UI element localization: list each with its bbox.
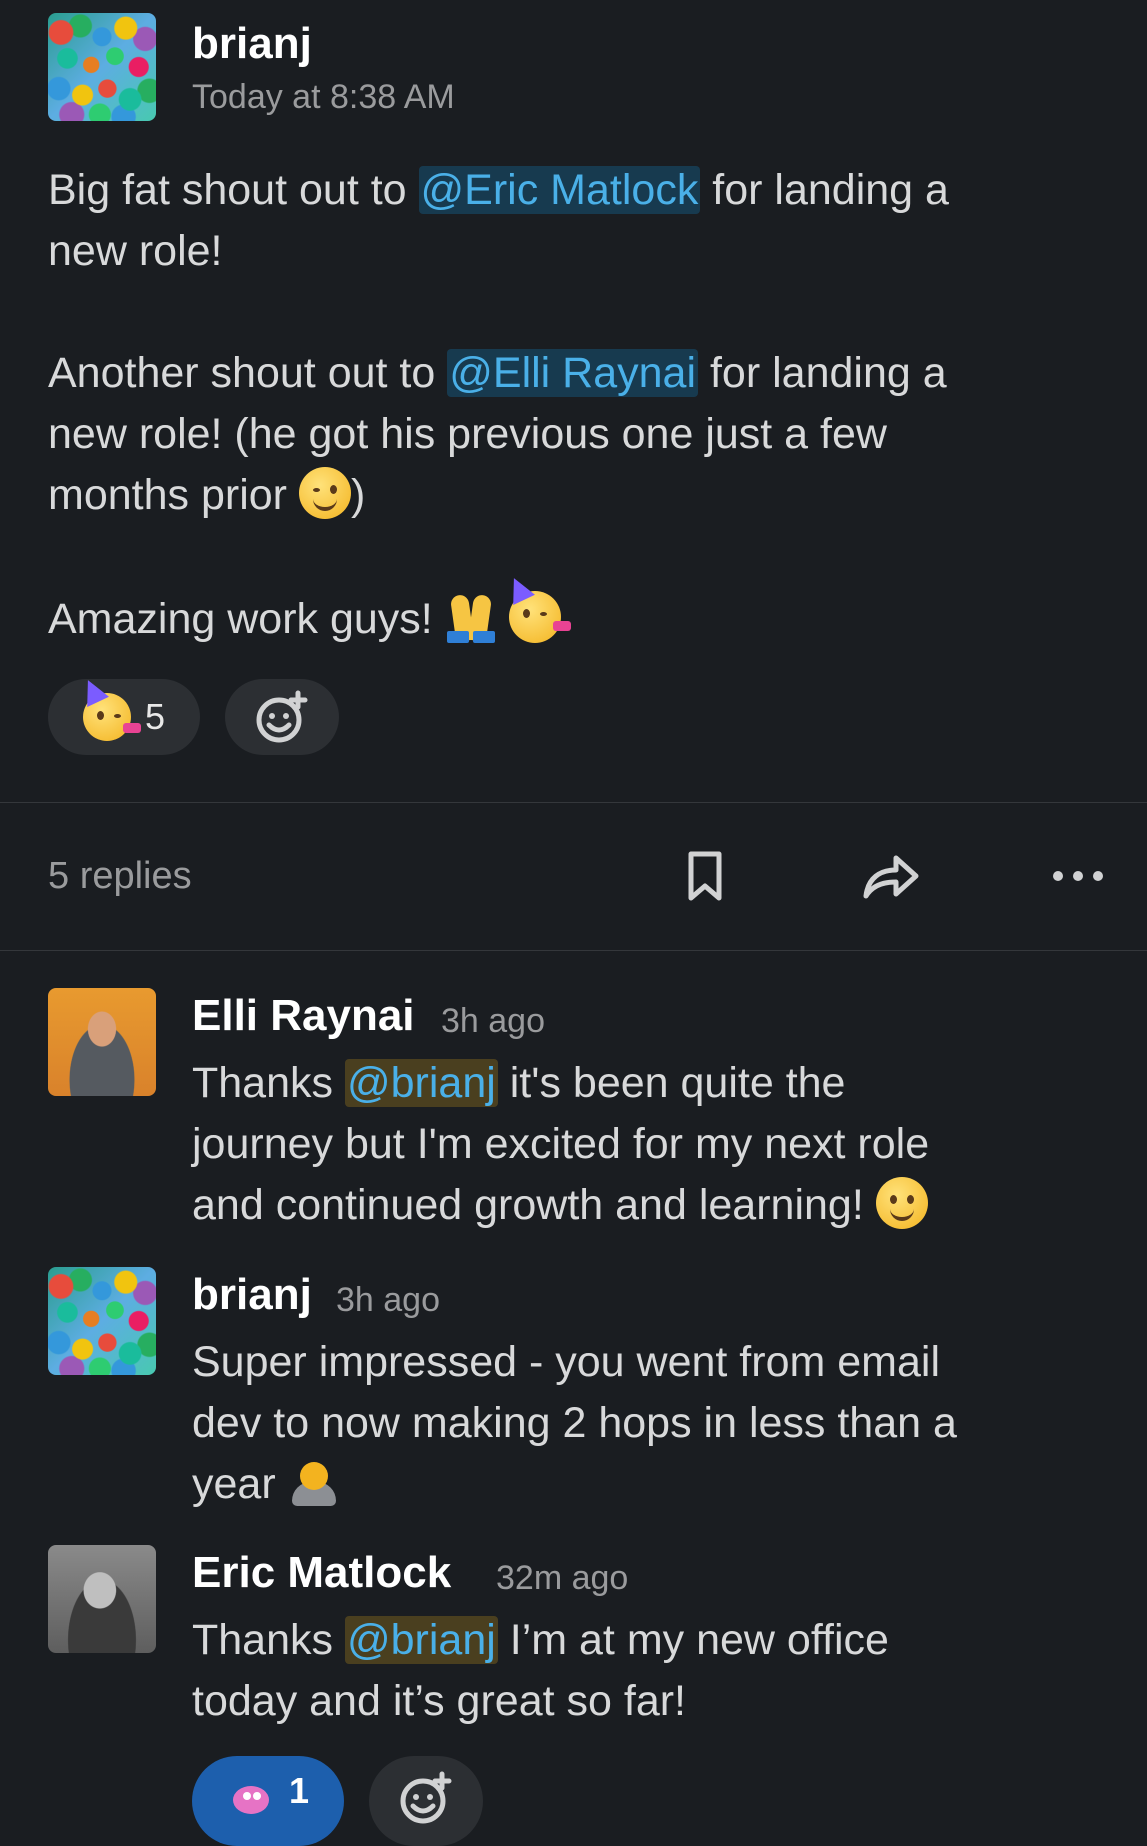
reply-author[interactable]: Elli Raynai bbox=[192, 994, 415, 1038]
pray-emoji bbox=[445, 591, 497, 643]
add-reaction-button[interactable] bbox=[369, 1756, 483, 1846]
post-line-6: Amazing work guys! bbox=[48, 573, 571, 650]
divider bbox=[0, 802, 1147, 803]
avatar-brianj[interactable] bbox=[48, 1267, 156, 1375]
post-timestamp: Today at 8:38 AM bbox=[192, 78, 455, 116]
text-segment: and continued growth and learning! bbox=[192, 1181, 876, 1229]
divider bbox=[0, 950, 1147, 951]
post-line-3: Another shout out to @Elli Raynai for la… bbox=[48, 343, 947, 404]
reaction-count: 1 bbox=[288, 1770, 310, 1811]
more-button[interactable] bbox=[1050, 848, 1106, 904]
post-line-2: new role! bbox=[48, 227, 223, 275]
text-segment: Another shout out to bbox=[48, 349, 448, 397]
bowing-person-emoji bbox=[288, 1456, 340, 1508]
reply-line: and continued growth and learning! bbox=[192, 1175, 928, 1236]
add-reaction-button[interactable] bbox=[225, 679, 339, 755]
text-segment: ) bbox=[350, 471, 366, 519]
forward-icon bbox=[863, 855, 919, 899]
mention-eric-matlock[interactable]: @Eric Matlock bbox=[418, 166, 701, 214]
reply-line: Thanks @brianj I’m at my new office bbox=[192, 1610, 889, 1671]
reaction-custom[interactable]: 1 bbox=[192, 1756, 344, 1846]
reply-line: year bbox=[192, 1454, 340, 1515]
reply-author[interactable]: brianj bbox=[192, 1273, 312, 1317]
text-segment: Thanks bbox=[192, 1616, 345, 1664]
post-line-4: new role! (he got his previous one just … bbox=[48, 410, 887, 458]
text-segment: Amazing work guys! bbox=[48, 595, 445, 643]
text-segment: it's been quite the bbox=[497, 1059, 846, 1107]
text-segment: months prior bbox=[48, 471, 299, 519]
partying-face-emoji bbox=[502, 573, 571, 643]
partying-face-emoji bbox=[77, 675, 141, 741]
text-segment: Big fat shout out to bbox=[48, 166, 419, 214]
mention-brianj[interactable]: @brianj bbox=[344, 1616, 498, 1664]
bookmark-button[interactable] bbox=[682, 848, 728, 904]
slightly-smiling-emoji bbox=[875, 1177, 928, 1229]
reply-line: dev to now making 2 hops in less than a bbox=[192, 1399, 957, 1447]
mention-brianj[interactable]: @brianj bbox=[344, 1059, 498, 1107]
reply-author[interactable]: Eric Matlock bbox=[192, 1551, 451, 1595]
text-segment: Thanks bbox=[192, 1059, 345, 1107]
reaction-partying-face[interactable]: 5 bbox=[48, 675, 200, 755]
more-icon bbox=[1053, 871, 1103, 881]
forward-button[interactable] bbox=[860, 848, 920, 904]
reply-line: Super impressed - you went from email bbox=[192, 1338, 941, 1386]
reply-line: Thanks @brianj it's been quite the bbox=[192, 1053, 845, 1114]
add-reaction-icon bbox=[256, 690, 308, 743]
replies-count[interactable]: 5 replies bbox=[48, 855, 192, 898]
text-segment: for landing a bbox=[698, 349, 947, 397]
reply-timestamp: 3h ago bbox=[336, 1281, 440, 1319]
wink-emoji bbox=[298, 467, 351, 519]
reply-timestamp: 3h ago bbox=[441, 1002, 545, 1040]
custom-emoji-icon bbox=[232, 1786, 269, 1814]
bookmark-icon bbox=[688, 851, 722, 901]
reaction-count: 5 bbox=[144, 696, 166, 737]
avatar-elli-raynai[interactable] bbox=[48, 988, 156, 1096]
mention-elli-raynai[interactable]: @Elli Raynai bbox=[447, 349, 699, 397]
add-reaction-icon bbox=[400, 1771, 452, 1824]
text-segment: year bbox=[192, 1460, 288, 1508]
post-line-1: Big fat shout out to @Eric Matlock for l… bbox=[48, 160, 949, 221]
avatar-eric-matlock[interactable] bbox=[48, 1545, 156, 1653]
text-segment: for landing a bbox=[700, 166, 949, 214]
text-segment: I’m at my new office bbox=[497, 1616, 889, 1664]
post-author[interactable]: brianj bbox=[192, 22, 312, 66]
post-line-5: months prior ) bbox=[48, 465, 365, 526]
avatar-brianj[interactable] bbox=[48, 13, 156, 121]
reply-line: today and it’s great so far! bbox=[192, 1677, 686, 1725]
reply-timestamp: 32m ago bbox=[496, 1559, 629, 1597]
reply-line: journey but I'm excited for my next role bbox=[192, 1120, 930, 1168]
